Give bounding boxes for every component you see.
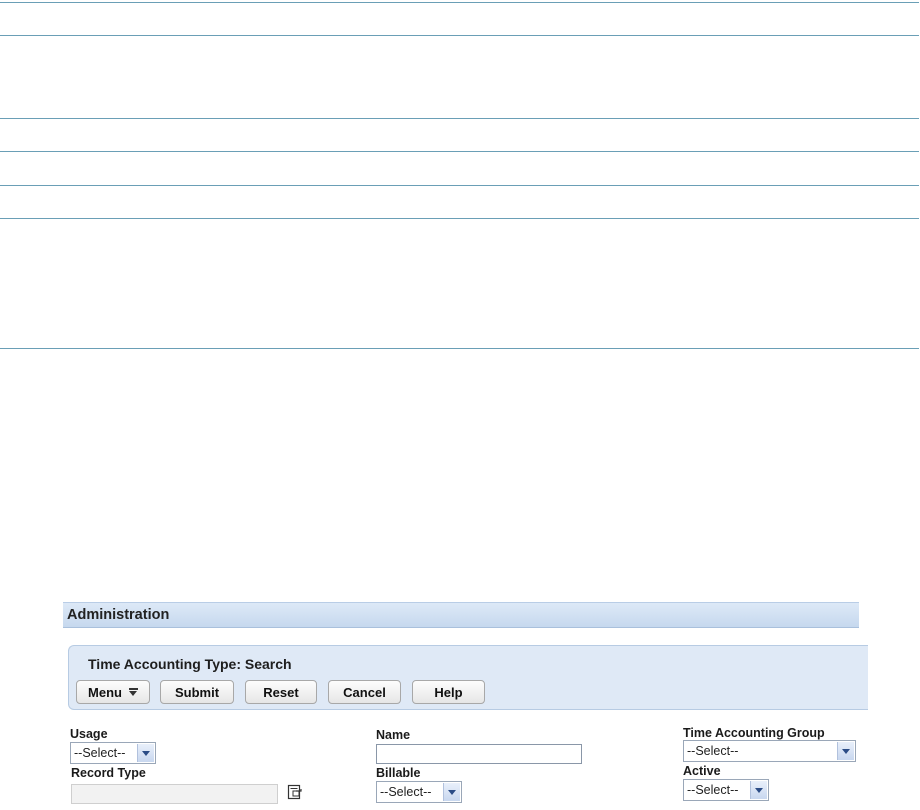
time-accounting-group-select-value: --Select-- <box>687 744 739 758</box>
record-type-field <box>71 784 278 804</box>
divider <box>0 151 919 152</box>
search-panel: Time Accounting Type: Search Menu Submit… <box>68 645 868 710</box>
billable-select-value: --Select-- <box>380 785 432 799</box>
menu-button[interactable]: Menu <box>76 680 150 704</box>
divider <box>0 218 919 219</box>
chevron-down-icon[interactable] <box>750 781 767 799</box>
time-accounting-group-select[interactable]: --Select-- <box>683 740 856 762</box>
administration-header: Administration <box>63 602 859 628</box>
usage-label: Usage <box>70 727 108 741</box>
chevron-down-icon[interactable] <box>837 742 854 760</box>
divider <box>0 348 919 349</box>
name-label: Name <box>376 728 411 742</box>
active-select-value: --Select-- <box>687 783 739 797</box>
usage-select-value: --Select-- <box>74 746 126 760</box>
administration-title: Administration <box>67 607 170 623</box>
billable-label: Billable <box>376 766 421 780</box>
divider <box>0 35 919 36</box>
page-title: Time Accounting Type: Search <box>88 656 292 672</box>
divider <box>0 118 919 119</box>
time-accounting-group-label: Time Accounting Group <box>683 726 825 740</box>
divider <box>0 185 919 186</box>
help-button[interactable]: Help <box>412 680 485 704</box>
submit-button[interactable]: Submit <box>160 680 234 704</box>
divider <box>0 2 919 3</box>
chevron-down-icon[interactable] <box>443 783 460 801</box>
reset-button[interactable]: Reset <box>245 680 317 704</box>
menu-button-label: Menu <box>88 684 122 700</box>
active-label: Active <box>683 764 721 778</box>
menu-dropdown-icon <box>128 688 138 696</box>
active-select[interactable]: --Select-- <box>683 779 769 801</box>
name-field[interactable] <box>376 744 582 764</box>
record-type-label: Record Type <box>71 766 146 780</box>
chevron-down-icon[interactable] <box>137 744 154 762</box>
lookup-icon[interactable] <box>287 784 303 800</box>
billable-select[interactable]: --Select-- <box>376 781 462 803</box>
cancel-button[interactable]: Cancel <box>328 680 401 704</box>
usage-select[interactable]: --Select-- <box>70 742 156 764</box>
